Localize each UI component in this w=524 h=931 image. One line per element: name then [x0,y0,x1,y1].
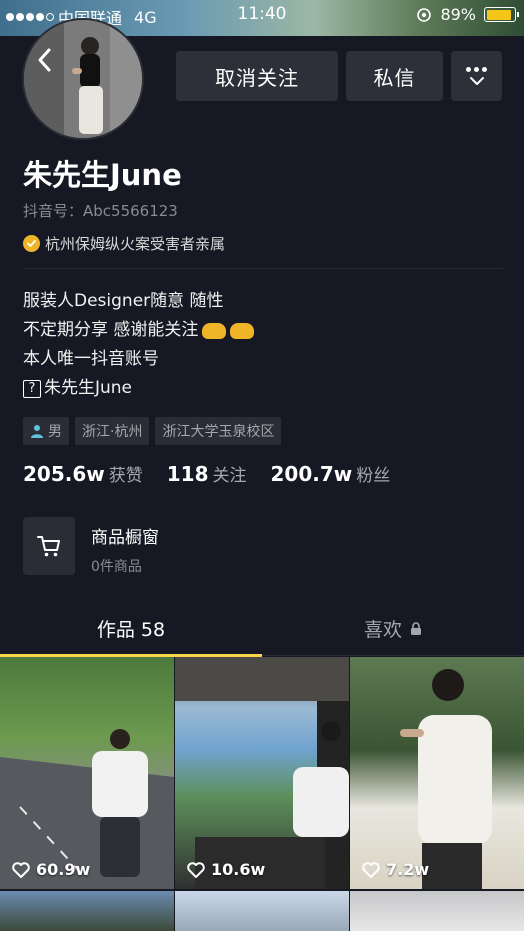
shopping-cart-icon [37,536,60,557]
video-thumbnail[interactable]: 10.6w [175,657,349,889]
stat-number: 200.7w [270,462,353,486]
bio-line-text: 不定期分享 感谢能关注 [23,320,199,340]
video-thumbnail[interactable] [350,891,524,931]
lock-icon [411,621,421,635]
video-thumbnail[interactable] [175,891,349,931]
unknown-glyph-icon: ? [23,379,41,398]
verified-text: 杭州保姆纵火案受害者亲属 [45,235,226,253]
shop-icon-box [23,517,75,575]
stat-label: 关注 [212,466,247,486]
stat-following[interactable]: 118 关注 [167,461,247,486]
stat-number: 205.6w [23,462,105,486]
battery-level [486,9,511,20]
video-thumbnail[interactable] [0,891,174,931]
profile-tags: 男 浙江·杭州 浙江大学玉泉校区 [23,417,282,445]
video-image [175,657,349,889]
unfollow-button[interactable]: 取消关注 [176,51,338,101]
shop-subtitle: 0件商品 [91,559,142,575]
verified-badge-icon [23,235,40,252]
tab-divider [262,655,524,656]
bio-line: 本人唯一抖音账号 [23,349,159,369]
video-likes: 60.9w [12,860,90,879]
shop-title: 商品橱窗 [91,528,159,548]
more-button[interactable] [451,51,502,101]
bio-line-text: 朱先生June [44,378,133,398]
tab-works[interactable]: 作品 58 [0,615,262,642]
stat-label: 获赞 [108,466,143,486]
video-grid: 60.9w 10.6w 7.2w [0,657,524,931]
profile-divider [23,268,503,269]
tag-location: 浙江·杭州 [75,417,150,445]
battery-percent: 89% [440,5,476,24]
profile-name: 朱先生June [23,158,182,192]
stat-number: 118 [166,462,209,486]
heart-icon [12,861,30,878]
douyin-id: 抖音号：Abc5566123 [23,202,178,220]
stat-likes[interactable]: 205.6w 获赞 [23,461,143,486]
shop-text: 商品橱窗 0件商品 [91,517,159,576]
status-right: 89% [416,5,519,24]
video-thumbnail[interactable]: 7.2w [350,657,524,889]
tag-school: 浙江大学玉泉校区 [155,417,282,445]
chevron-down-icon [469,76,484,85]
orientation-lock-icon [417,7,432,22]
video-image [0,729,174,889]
more-dots-icon [466,66,487,72]
message-button[interactable]: 私信 [346,51,443,101]
chevron-left-icon [38,48,51,72]
tag-label: 浙江大学玉泉校区 [162,424,275,440]
avatar-photo [24,20,142,138]
heart-icon [362,861,380,878]
bio-line: 服装人Designer随意 随性 [23,291,224,311]
tag-gender: 男 [23,417,69,445]
verified-info: 杭州保姆纵火案受害者亲属 [23,233,225,254]
back-button[interactable] [30,42,58,78]
shop-window[interactable]: 商品橱窗 0件商品 [23,517,159,576]
video-image [400,669,492,889]
video-likes-count: 10.6w [211,860,266,879]
bio-line: ? 朱先生June [23,374,254,403]
video-thumbnail[interactable]: 60.9w [0,657,174,889]
video-likes: 10.6w [187,860,265,879]
bio: 服装人Designer随意 随性 不定期分享 感谢能关注 本人唯一抖音账号 ? … [23,287,255,403]
video-likes: 7.2w [362,860,429,879]
avatar[interactable] [22,18,144,140]
person-icon [31,425,43,438]
stat-label: 粉丝 [356,466,391,486]
tag-label: 浙江·杭州 [82,424,143,440]
tab-label: 喜欢 [363,619,402,641]
stat-followers[interactable]: 200.7w 粉丝 [271,461,391,486]
video-likes-count: 60.9w [36,860,91,879]
battery-icon [484,7,519,22]
tag-label: 男 [48,424,62,440]
heart-icon [187,861,205,878]
video-likes-count: 7.2w [386,860,430,879]
handshake-icon [230,322,255,339]
bio-line: 不定期分享 感谢能关注 [23,316,255,345]
tab-likes[interactable]: 喜欢 [262,615,524,642]
profile-stats: 205.6w 获赞 118 关注 200.7w 粉丝 [23,461,390,486]
handshake-icon [202,322,227,339]
